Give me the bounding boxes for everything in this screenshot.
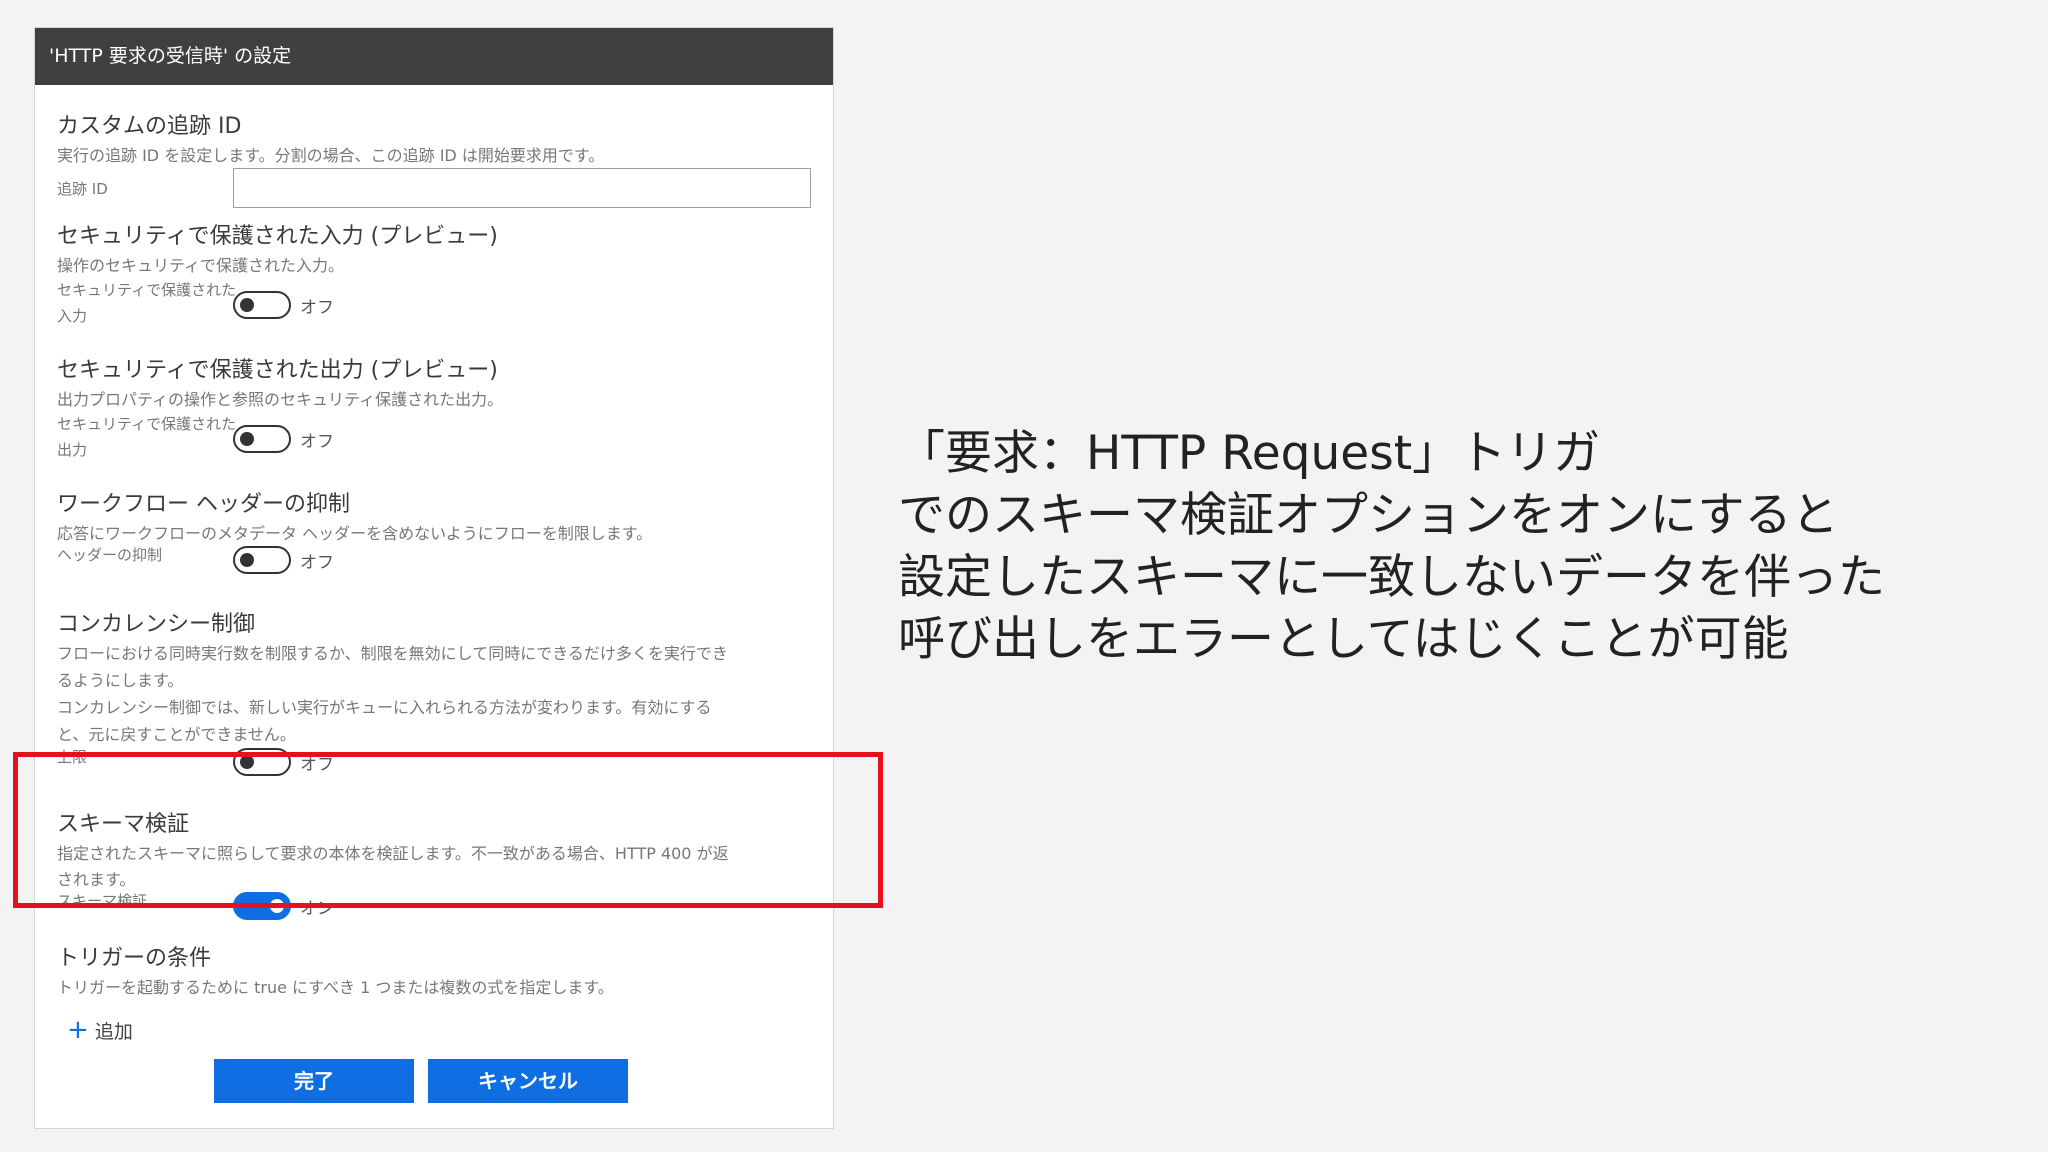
caption-line-2: でのスキーマ検証オプションをオンにすると (898, 488, 1839, 543)
header-suppress-desc: 応答にワークフローのメタデータ ヘッダーを含めないようにフローを制限します。 (57, 524, 653, 543)
header-suppress-title: ワークフロー ヘッダーの抑制 (57, 492, 350, 517)
secure-input-desc: 操作のセキュリティで保護された入力。 (57, 256, 345, 275)
secure-input-toggle[interactable] (233, 291, 291, 319)
secure-input-title: セキュリティで保護された入力 (プレビュー) (57, 224, 498, 249)
concurrency-desc-4: と、元に戻すことができません。 (57, 725, 296, 744)
trigger-title: トリガーの条件 (57, 946, 212, 971)
header-suppress-state: オフ (300, 553, 334, 573)
add-condition-label: 追加 (94, 1021, 133, 1043)
done-button[interactable]: 完了 (214, 1059, 414, 1103)
settings-panel: 'HTTP 要求の受信時' の設定 カスタムの追跡 ID 実行の追跡 ID を設… (34, 27, 834, 1129)
tracking-id-input[interactable] (233, 168, 811, 208)
toggle-knob (240, 553, 254, 567)
secure-output-state: オフ (300, 432, 334, 452)
toggle-knob (240, 298, 254, 312)
secure-input-state: オフ (300, 298, 334, 318)
tracking-section-desc: 実行の追跡 ID を設定します。分割の場合、この追跡 ID は開始要求用です。 (57, 146, 605, 165)
cancel-button[interactable]: キャンセル (428, 1059, 628, 1103)
secure-output-toggle[interactable] (233, 425, 291, 453)
secure-output-title: セキュリティで保護された出力 (プレビュー) (57, 358, 498, 383)
toggle-knob (240, 432, 254, 446)
concurrency-desc-3: コンカレンシー制御では、新しい実行がキューに入れられる方法が変わります。有効にす… (57, 698, 712, 717)
schema-highlight-box (13, 752, 883, 908)
header-suppress-toggle[interactable] (233, 546, 291, 574)
secure-input-label: セキュリティで保護された 入力 (57, 281, 237, 325)
secure-output-label: セキュリティで保護された 出力 (57, 415, 237, 459)
plus-icon: + (67, 1015, 89, 1045)
explanation-caption: 「要求：HTTP Request」トリガ でのスキーマ検証オプションをオンにする… (898, 423, 2018, 671)
caption-line-3: 設定したスキーマに一致しないデータを伴った (898, 550, 1885, 605)
tracking-section-title: カスタムの追跡 ID (57, 114, 242, 139)
add-condition-button[interactable]: + 追加 (67, 1015, 133, 1045)
concurrency-desc-1: フローにおける同時実行数を制限するか、制限を無効にして同時にできるだけ多くを実行… (57, 644, 728, 663)
concurrency-desc-2: るようにします。 (57, 671, 184, 690)
header-suppress-label: ヘッダーの抑制 (57, 546, 163, 564)
trigger-desc: トリガーを起動するために true にすべき 1 つまたは複数の式を指定します。 (57, 978, 614, 997)
caption-line-4: 呼び出しをエラーとしてはじくことが可能 (898, 612, 1789, 667)
panel-title: 'HTTP 要求の受信時' の設定 (35, 28, 833, 85)
tracking-field-label: 追跡 ID (57, 180, 108, 198)
caption-line-1: 「要求：HTTP Request」トリガ (898, 426, 1601, 481)
concurrency-title: コンカレンシー制御 (57, 612, 256, 637)
secure-output-desc: 出力プロパティの操作と参照のセキュリティ保護された出力。 (57, 390, 504, 409)
